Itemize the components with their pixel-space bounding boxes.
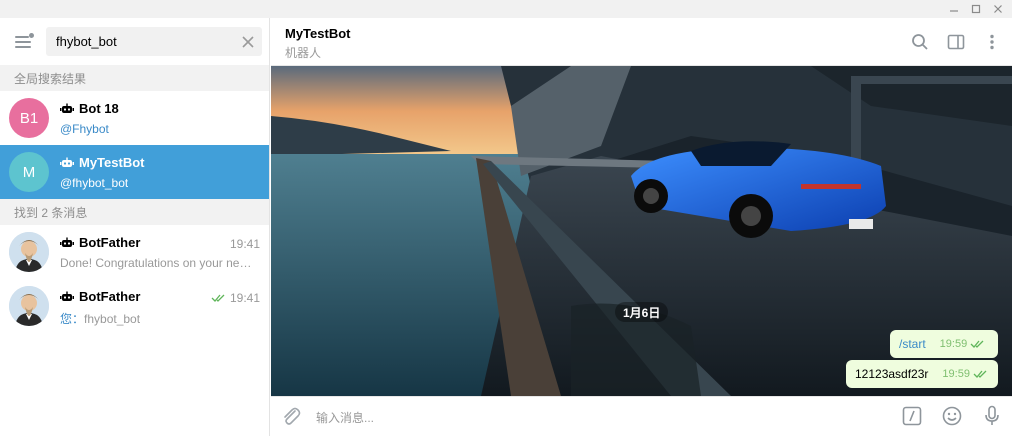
message-time: 19:59: [939, 338, 968, 350]
preview-text: fhybot_bot: [84, 312, 141, 326]
avatar: [9, 286, 49, 326]
outgoing-message[interactable]: 12123asdf23r 19:59: [846, 360, 998, 388]
microphone-icon[interactable]: [980, 404, 1004, 428]
bot-icon: [60, 103, 74, 113]
chat-title[interactable]: MyTestBot: [285, 26, 350, 41]
result-name-text: MyTestBot: [79, 155, 145, 170]
maximize-icon[interactable]: [968, 1, 984, 17]
sidebar-header: fhybot_bot: [0, 18, 269, 65]
bot-command-icon[interactable]: [900, 404, 924, 428]
message-composer: 输入消息...: [271, 396, 1012, 436]
result-name-text: BotFather: [79, 289, 141, 304]
result-name: MyTestBot: [60, 155, 144, 170]
attach-icon[interactable]: [279, 405, 303, 429]
window-titlebar: [0, 0, 1012, 18]
more-icon[interactable]: [980, 30, 1004, 54]
sidebar-toggle-icon[interactable]: [944, 30, 968, 54]
close-icon[interactable]: [990, 1, 1006, 17]
bot-icon: [60, 157, 74, 167]
message-result[interactable]: BotFather 19:41 Done! Congratulations on…: [0, 225, 269, 279]
chat-panel: MyTestBot 机器人 1月6日 /start 19:59 12123asd…: [271, 18, 1012, 436]
message-time: 19:41: [229, 237, 260, 251]
message-meta: 19:59: [942, 368, 989, 380]
search-result-mytestbot[interactable]: M MyTestBot @fhybot_bot: [0, 145, 269, 199]
message-time: 19:41: [229, 291, 260, 305]
outgoing-message[interactable]: /start 19:59: [890, 330, 998, 358]
result-username: @Fhybot: [60, 122, 109, 136]
message-meta: 19:59: [940, 338, 987, 350]
search-field[interactable]: fhybot_bot: [46, 27, 262, 56]
date-separator: 1月6日: [615, 302, 669, 322]
chat-header: MyTestBot 机器人: [271, 18, 1012, 66]
message-preview: 您：fhybot_bot: [60, 310, 140, 327]
message-preview: Done! Congratulations on your new ...: [60, 256, 260, 270]
emoji-icon[interactable]: [940, 404, 964, 428]
double-check-icon: [973, 370, 987, 378]
minimize-icon[interactable]: [946, 1, 962, 17]
avatar: [9, 232, 49, 272]
search-result-bot18[interactable]: B1 Bot 18 @Fhybot: [0, 91, 269, 145]
message-input[interactable]: 输入消息...: [316, 409, 374, 426]
double-check-icon: [970, 340, 984, 348]
avatar: B1: [9, 98, 49, 138]
search-icon[interactable]: [908, 30, 932, 54]
message-results-header: 找到 2 条消息: [0, 199, 269, 225]
window-controls: [946, 0, 1006, 18]
bot-icon: [60, 291, 74, 301]
main-menu-icon[interactable]: [14, 32, 34, 52]
result-name: BotFather: [60, 289, 140, 304]
double-check-icon: [211, 294, 225, 302]
message-text[interactable]: /start: [899, 337, 926, 351]
preview-prefix: 您：: [60, 312, 85, 326]
result-username: @fhybot_bot: [60, 176, 129, 190]
clear-search-icon[interactable]: [234, 28, 262, 56]
message-time: 19:59: [942, 368, 970, 380]
bot-icon: [60, 237, 74, 247]
message-text: 12123asdf23r: [855, 367, 929, 381]
message-result[interactable]: BotFather 19:41 您：fhybot_bot: [0, 279, 269, 333]
sidebar: fhybot_bot 全局搜索结果 B1 Bot 18 @Fhybot M My…: [0, 18, 270, 436]
result-name-text: BotFather: [79, 235, 141, 250]
chat-status: 机器人: [285, 46, 322, 60]
result-name: BotFather: [60, 235, 140, 250]
header-actions: [908, 30, 1004, 54]
avatar: M: [9, 152, 49, 192]
result-name-text: Bot 18: [79, 101, 119, 116]
global-results-header: 全局搜索结果: [0, 65, 269, 91]
message-time-with-read: 19:41: [211, 291, 260, 305]
composer-actions: [900, 404, 1004, 428]
result-name: Bot 18: [60, 101, 119, 116]
search-input[interactable]: fhybot_bot: [56, 34, 234, 49]
chat-wallpaper: 1月6日 /start 19:59 12123asdf23r 19:59: [271, 66, 1012, 396]
